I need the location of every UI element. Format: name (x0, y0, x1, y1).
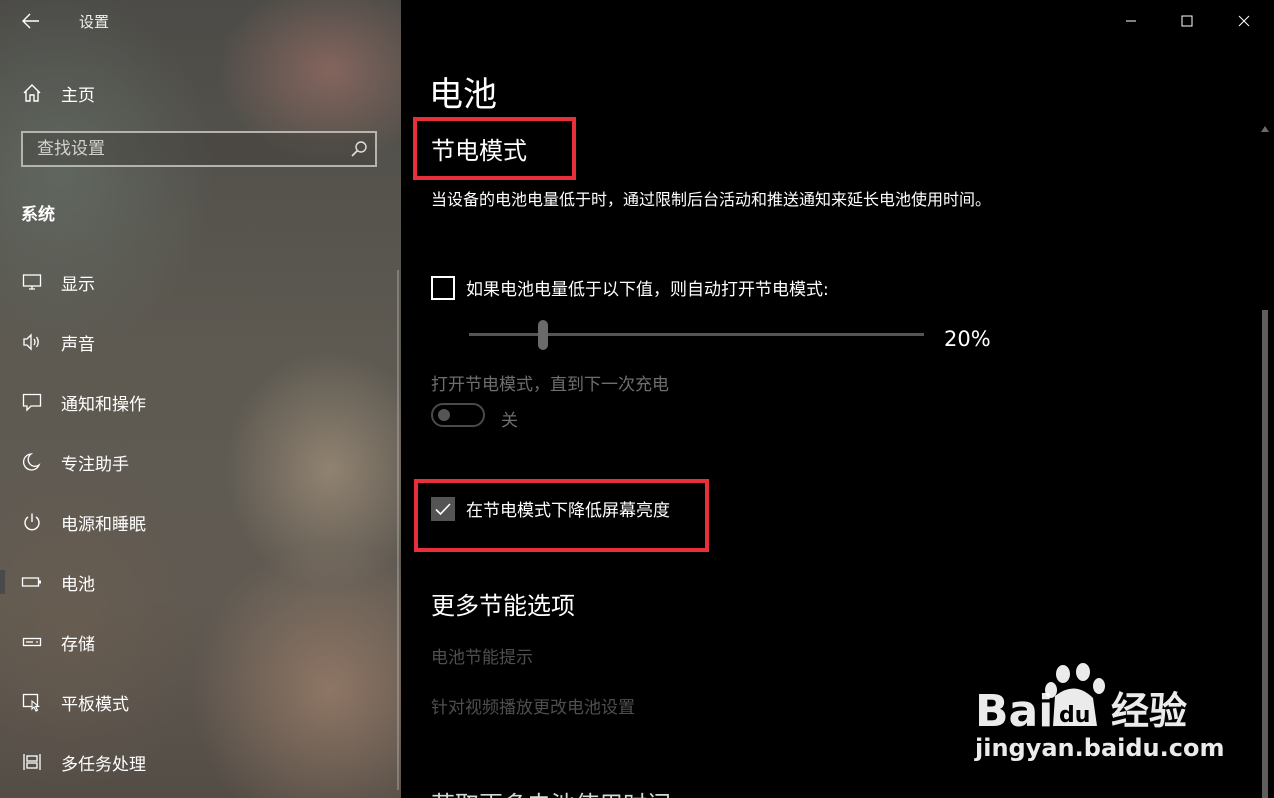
sidebar: 设置 主页 系统 显示 (0, 0, 401, 798)
scroll-thumb[interactable] (1262, 310, 1268, 798)
back-arrow-icon (22, 13, 39, 29)
sidebar-item-display[interactable]: 显示 (0, 252, 401, 312)
search-icon[interactable] (349, 139, 369, 159)
notification-icon (21, 391, 43, 413)
svg-text:经验: 经验 (1111, 689, 1187, 733)
sidebar-item-power-sleep[interactable]: 电源和睡眠 (0, 492, 401, 552)
battery-saver-toggle[interactable] (431, 403, 485, 427)
sidebar-item-battery[interactable]: 电池 (0, 552, 401, 612)
main-scrollbar[interactable] (1257, 120, 1273, 798)
moon-icon (21, 451, 43, 473)
sidebar-item-label: 通知和操作 (61, 394, 146, 415)
battery-icon (21, 571, 43, 593)
sidebar-item-multitasking[interactable]: 多任务处理 (0, 732, 401, 792)
more-options-heading: 更多节能选项 (431, 592, 575, 620)
settings-window: 设置 主页 系统 显示 (0, 0, 1274, 798)
video-battery-settings-link[interactable]: 针对视频播放更改电池设置 (431, 693, 635, 718)
watermark-url: jingyan.baidu.com (975, 734, 1225, 762)
power-icon (21, 511, 43, 533)
search-box[interactable] (21, 131, 377, 167)
sidebar-item-label: 显示 (61, 274, 95, 295)
sidebar-item-label: 电池 (61, 574, 95, 595)
multitask-icon (21, 751, 43, 773)
sidebar-item-label: 声音 (61, 334, 95, 355)
auto-battery-saver-label: 如果电池电量低于以下值，则自动打开节电模式: (466, 280, 829, 300)
sidebar-item-label: 主页 (61, 85, 95, 106)
auto-battery-saver-checkbox-row[interactable]: 如果电池电量低于以下值，则自动打开节电模式: (431, 275, 829, 300)
battery-saver-description: 当设备的电池电量低于时，通过限制后台活动和推送通知来延长电池使用时间。 (431, 190, 992, 209)
auto-battery-saver-checkbox[interactable] (431, 275, 455, 300)
app-title: 设置 (79, 13, 110, 31)
sidebar-item-label: 电源和睡眠 (61, 514, 146, 535)
toggle-knob (438, 409, 450, 421)
until-charge-label: 打开节电模式，直到下一次充电 (431, 375, 669, 395)
toggle-state-label: 关 (501, 411, 518, 431)
home-icon (21, 82, 43, 104)
sidebar-item-notifications[interactable]: 通知和操作 (0, 372, 401, 432)
sidebar-item-storage[interactable]: 存储 (0, 612, 401, 672)
battery-tips-link[interactable]: 电池节能提示 (431, 643, 533, 668)
sidebar-item-label: 存储 (61, 634, 95, 655)
sidebar-item-tablet-mode[interactable]: 平板模式 (0, 672, 401, 732)
slider-value: 20% (944, 327, 991, 351)
sidebar-item-label: 多任务处理 (61, 754, 146, 775)
svg-text:du: du (1059, 703, 1090, 728)
search-input[interactable] (23, 133, 343, 165)
svg-text:Bai: Bai (975, 686, 1053, 737)
sidebar-item-label: 平板模式 (61, 694, 129, 715)
sidebar-item-sound[interactable]: 声音 (0, 312, 401, 372)
slider-thumb[interactable] (538, 320, 548, 350)
back-button[interactable] (14, 6, 48, 36)
tablet-icon (21, 691, 43, 713)
nav-list: 显示 声音 通知和操作 专注助手 电源和睡眠 电池 存储 平板模式 多任务处理 (0, 252, 401, 792)
speaker-icon (21, 331, 43, 353)
sidebar-item-focus-assist[interactable]: 专注助手 (0, 432, 401, 492)
page-title: 电池 (429, 75, 497, 115)
sidebar-item-label: 专注助手 (61, 454, 129, 475)
sidebar-scrollbar[interactable] (397, 270, 399, 790)
section-header: 系统 (21, 205, 55, 225)
highlight-box-heading (413, 117, 576, 180)
display-icon (21, 271, 43, 293)
more-battery-time-heading: 获取更多电池使用时间 (431, 785, 671, 798)
storage-icon (21, 631, 43, 653)
highlight-box-dim-screen (414, 479, 709, 552)
sidebar-item-home[interactable]: 主页 (0, 72, 401, 114)
baidu-watermark: Bai du 经验 jingyan.baidu.com (975, 660, 1235, 770)
scroll-up-arrow-icon[interactable] (1261, 126, 1269, 132)
